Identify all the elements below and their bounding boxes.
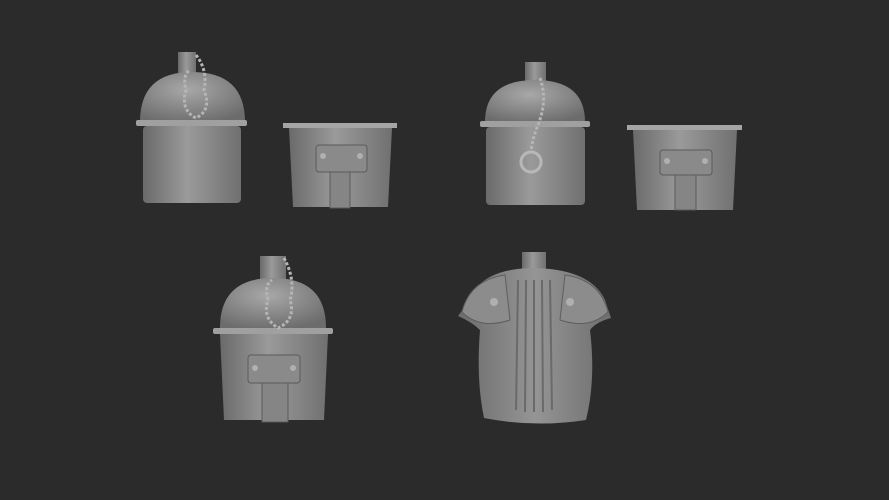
canteen-cup-side xyxy=(627,125,742,211)
background xyxy=(0,0,889,500)
render-viewport xyxy=(0,0,889,500)
canteen-cup xyxy=(283,123,397,209)
